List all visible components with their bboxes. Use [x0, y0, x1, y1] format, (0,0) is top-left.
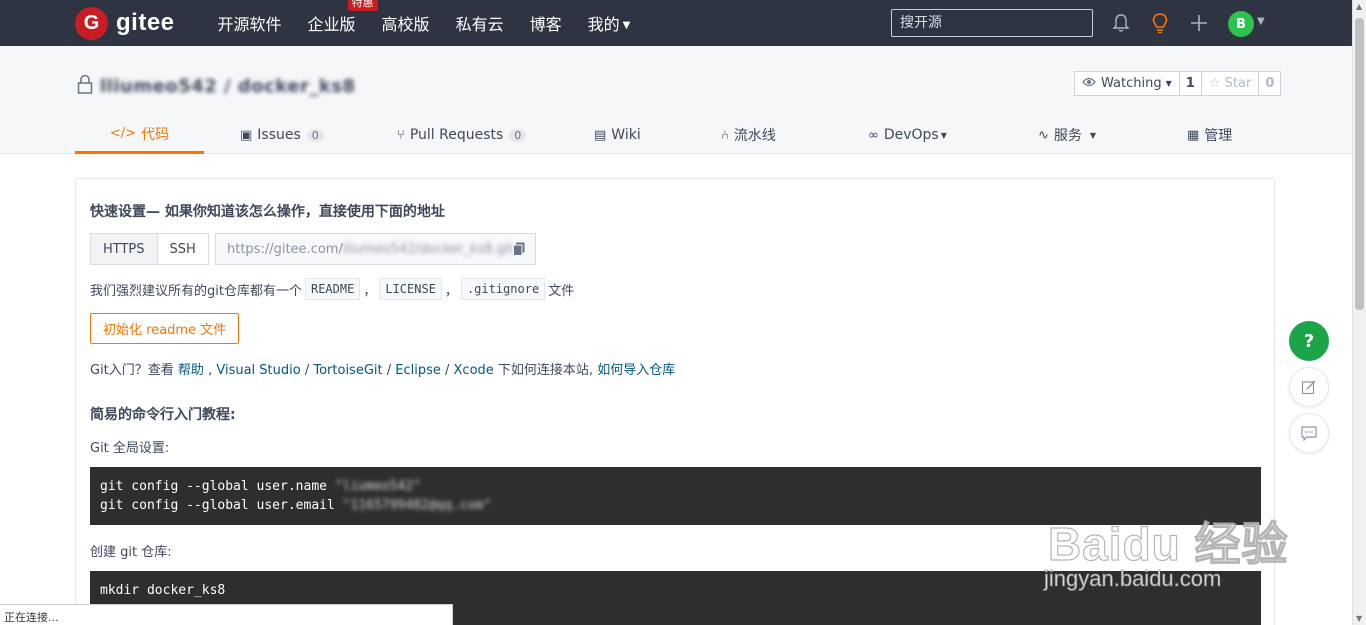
chevron-down-icon: ▼ [622, 20, 631, 31]
init-readme-button[interactable]: 初始化 readme 文件 [90, 313, 240, 344]
readme-chip: README [304, 278, 361, 300]
tab-manage[interactable]: ▦ 管理 [1187, 116, 1232, 154]
chevron-down-icon[interactable]: ▼ [1257, 16, 1265, 27]
pull-request-icon: ⑂ [397, 127, 405, 143]
nav-education[interactable]: 高校版 [382, 11, 430, 35]
chevron-down-icon: ▼ [940, 130, 947, 140]
tab-devops[interactable]: ∞ DevOps ▼ [868, 116, 947, 154]
help-link[interactable]: 帮助 [178, 363, 204, 378]
nav-private-cloud[interactable]: 私有云 [456, 11, 504, 35]
copy-icon[interactable] [513, 242, 525, 260]
eye-icon [1082, 76, 1096, 91]
lock-icon [76, 74, 94, 98]
visual-studio-link[interactable]: Visual Studio [216, 363, 300, 378]
eclipse-link[interactable]: Eclipse [395, 363, 441, 378]
license-chip: LICENSE [379, 278, 442, 300]
logo-badge: G [75, 6, 108, 40]
repo-header: lliumeo542 / docker_ks8 Watching ▼ 1 ☆ S… [0, 46, 1352, 154]
https-button[interactable]: HTTPS [90, 233, 158, 265]
browser-status-bar: 正在连接... [0, 604, 453, 625]
watch-count[interactable]: 1 [1179, 71, 1202, 96]
chat-icon[interactable] [1289, 413, 1329, 453]
plus-icon[interactable] [1188, 12, 1210, 34]
promo-badge: 特惠 [347, 0, 378, 11]
avatar[interactable]: B [1228, 11, 1254, 37]
lightbulb-icon[interactable] [1149, 12, 1171, 34]
tab-pipeline[interactable]: ⑃ 流水线 [721, 116, 776, 154]
watch-group: Watching ▼ 1 [1074, 71, 1202, 96]
xcode-link[interactable]: Xcode [454, 363, 494, 378]
tab-pull-requests[interactable]: ⑂ Pull Requests 0 [397, 116, 527, 154]
chevron-down-icon: ▼ [1089, 130, 1097, 140]
service-icon: ∿ [1038, 127, 1049, 143]
nav-enterprise[interactable]: 企业版 特惠 [308, 0, 378, 35]
protocol-switch: HTTPS SSH [90, 233, 209, 265]
scroll-up-arrow-icon[interactable]: ▲ [1356, 2, 1362, 11]
gitee-logo[interactable]: G gitee [75, 6, 175, 40]
tab-issues[interactable]: ▣ Issues 0 [240, 116, 324, 154]
tab-service[interactable]: ∿ 服务 ▼ [1038, 116, 1096, 154]
nav-open-source[interactable]: 开源软件 [218, 11, 282, 35]
page-scrollbar[interactable]: ▲ ▼ [1352, 0, 1366, 625]
pipeline-icon: ⑃ [721, 127, 729, 143]
global-settings-label: Git 全局设置: [90, 441, 170, 456]
star-group: ☆ Star 0 [1201, 71, 1282, 96]
watch-button[interactable]: Watching ▼ [1074, 71, 1180, 96]
top-navbar: G gitee 开源软件 企业版特惠 高校版 私有云 博客 我的▼ B ▼ [0, 0, 1352, 46]
wiki-icon: ▤ [594, 127, 607, 143]
scroll-thumb[interactable] [1355, 18, 1364, 310]
ssh-button[interactable]: SSH [157, 233, 209, 265]
quick-setup-heading: 快速设置— 如果你知道该怎么操作，直接使用下面的地址 [90, 204, 445, 220]
help-icon[interactable]: ? [1289, 321, 1329, 361]
repo-tabs: </> 代码 ▣ Issues 0 ⑂ Pull Requests 0 ▤ Wiki ⑃ 流水… [75, 116, 1275, 154]
manage-icon: ▦ [1187, 127, 1200, 143]
help-links: Git入门？查看 帮助 , Visual Studio / TortoiseGi… [90, 363, 676, 378]
star-icon: ☆ [1209, 76, 1221, 91]
import-repo-link[interactable]: 如何导入仓库 [597, 363, 675, 378]
tab-code[interactable]: </> 代码 [75, 116, 204, 154]
issues-icon: ▣ [240, 127, 253, 143]
recommend-text: 我们强烈建议所有的git仓库都有一个 README， LICENSE， .git… [90, 278, 574, 300]
repo-path[interactable]: lliumeo542 / docker_ks8 [100, 76, 356, 97]
search-input[interactable] [891, 9, 1093, 37]
devops-icon: ∞ [868, 127, 879, 143]
gitignore-chip: .gitignore [460, 278, 546, 300]
code-icon: </> [109, 126, 137, 141]
create-repo-label: 创建 git 仓库: [90, 545, 172, 560]
nav-blog[interactable]: 博客 [530, 11, 562, 35]
star-count[interactable]: 0 [1259, 71, 1282, 96]
tutorial-heading: 简易的命令行入门教程: [90, 407, 236, 423]
star-button[interactable]: ☆ Star [1201, 71, 1260, 96]
global-settings-code: git config --global user.name "liumeo542… [90, 467, 1261, 525]
tab-wiki[interactable]: ▤ Wiki [594, 116, 641, 154]
pr-count: 0 [509, 128, 527, 142]
scroll-down-arrow-icon[interactable]: ▼ [1356, 614, 1362, 623]
bell-icon[interactable] [1110, 12, 1132, 34]
chevron-down-icon: ▼ [1165, 79, 1172, 88]
nav-mine[interactable]: 我的 ▼ [588, 11, 631, 35]
issues-count: 0 [306, 128, 324, 142]
edit-icon[interactable] [1289, 367, 1329, 407]
quick-setup-panel: 快速设置— 如果你知道该怎么操作，直接使用下面的地址 HTTPS SSH htt… [75, 178, 1275, 625]
clone-url-field[interactable]: https://gitee.com/lliumeo542/docker_ks8.… [215, 233, 536, 265]
nav-links: 开源软件 企业版 特惠 高校版 私有云 博客 我的 ▼ [218, 0, 657, 46]
tortoisegit-link[interactable]: TortoiseGit [313, 363, 382, 378]
logo-text: gitee [116, 9, 175, 36]
repo-title: lliumeo542 / docker_ks8 [76, 74, 356, 98]
